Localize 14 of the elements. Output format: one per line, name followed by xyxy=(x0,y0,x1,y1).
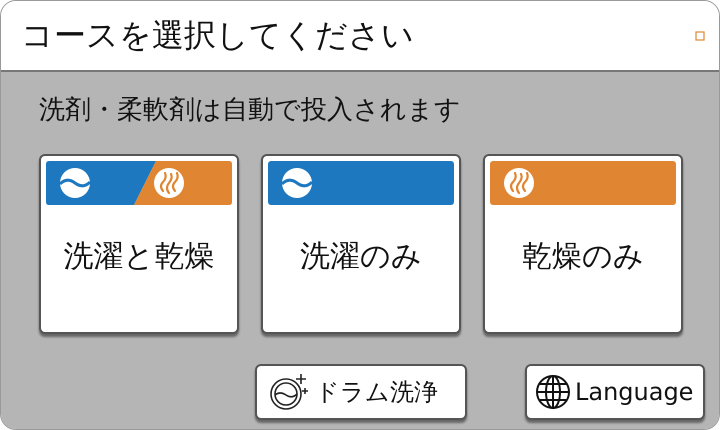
course-button[interactable]: 洗濯と乾燥 xyxy=(39,154,239,334)
course-button[interactable]: 乾燥のみ xyxy=(483,154,683,334)
globe-icon xyxy=(535,374,571,410)
heat-icon xyxy=(503,167,535,199)
language-button[interactable]: Language xyxy=(525,364,705,420)
wave-icon xyxy=(281,167,313,199)
square-icon xyxy=(695,30,705,40)
wave-icon xyxy=(59,167,91,199)
drum-clean-button[interactable]: ドラム洗浄 xyxy=(255,364,467,420)
course-button[interactable]: 洗濯のみ xyxy=(261,154,461,334)
heat-icon xyxy=(153,167,185,199)
drum-icon xyxy=(269,372,311,412)
notice-text: 洗剤・柔軟剤は自動で投入されます xyxy=(39,94,462,127)
screen-title: コースを選択してください xyxy=(21,14,414,56)
